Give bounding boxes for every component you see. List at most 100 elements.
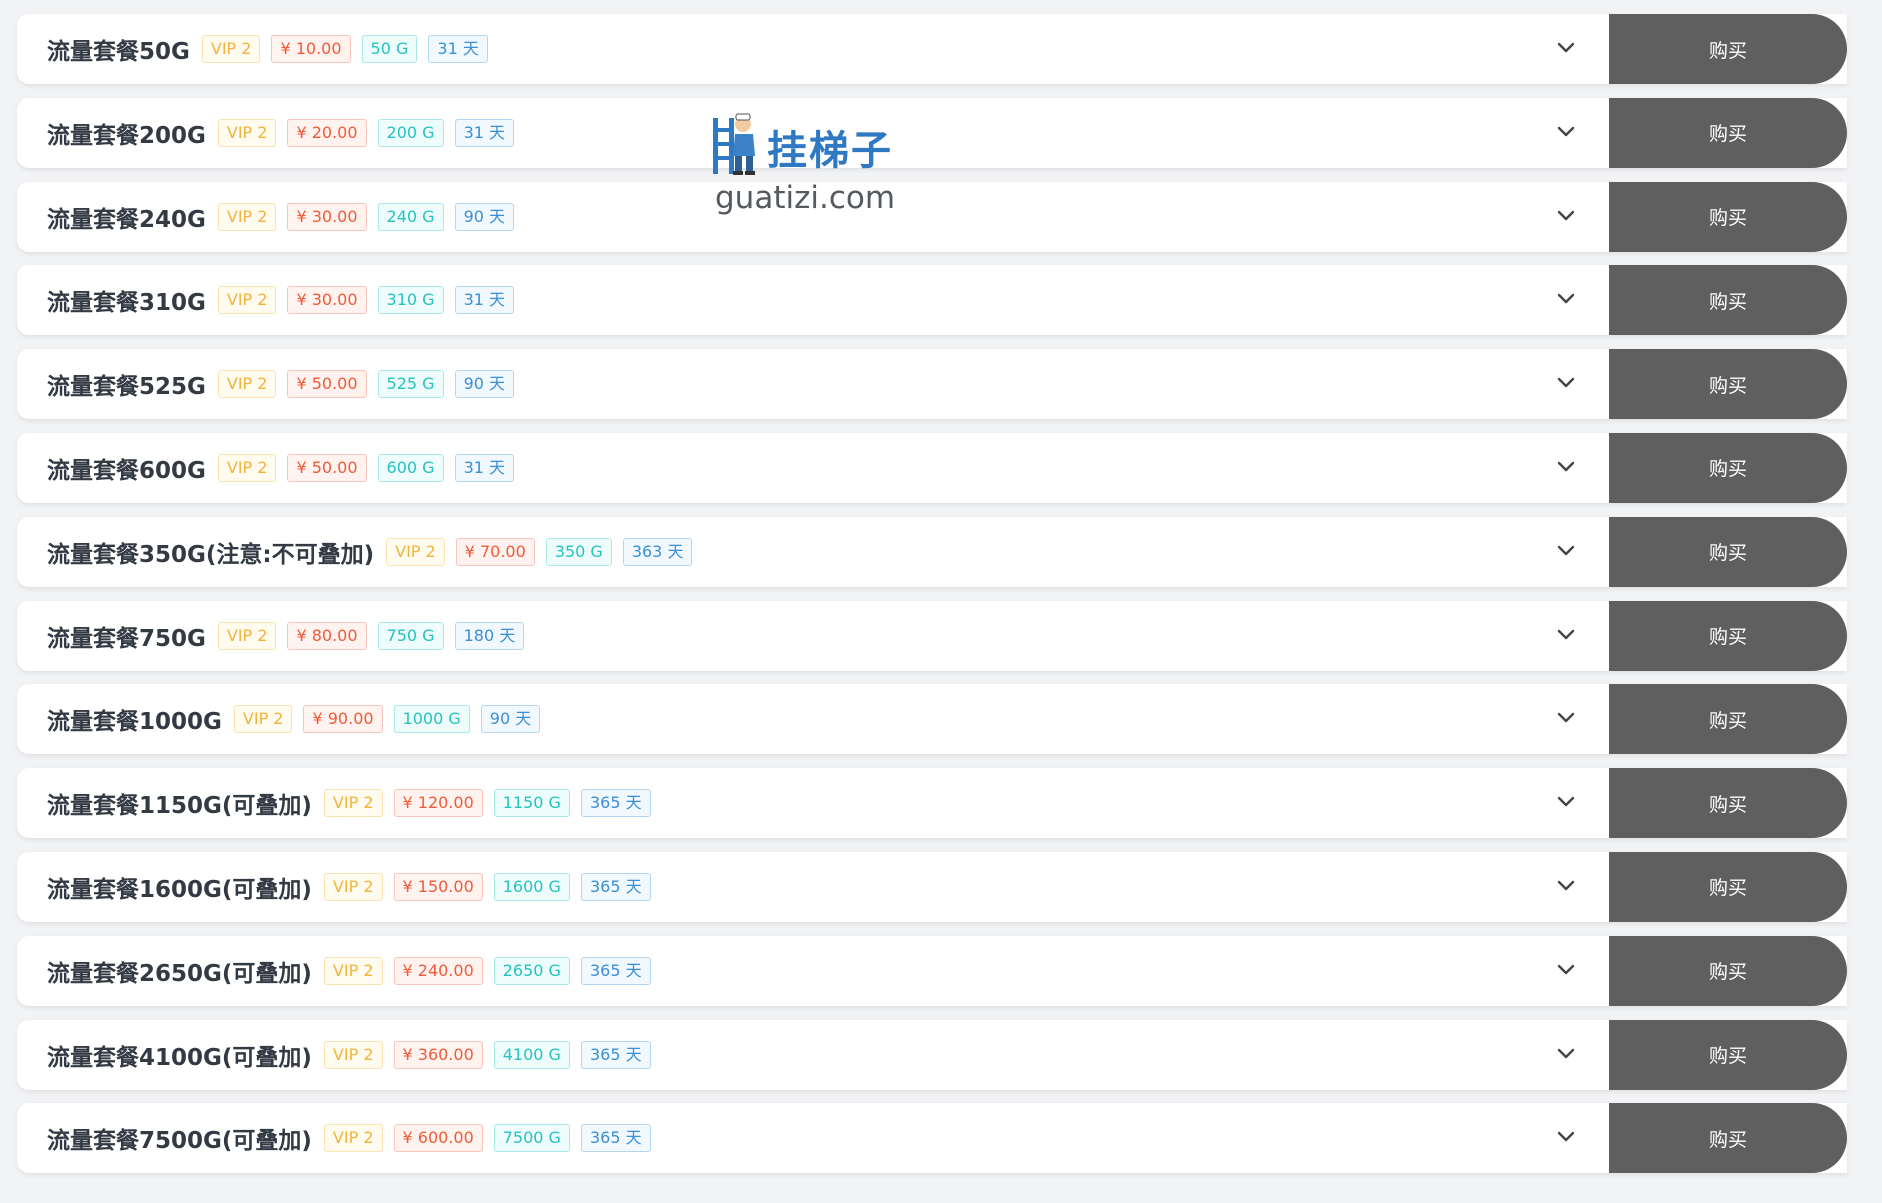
duration-tag: 180 天 xyxy=(454,621,525,650)
traffic-tag: 750 G xyxy=(377,621,444,650)
plan-row-header[interactable]: 流量套餐1150G(可叠加) VIP 2 ¥ 120.00 1150 G 365 天 xyxy=(17,768,1609,838)
chevron-down-icon[interactable] xyxy=(1555,791,1577,813)
plan-title: 流量套餐350G(注意:不可叠加) xyxy=(47,541,375,568)
buy-button[interactable]: 购买 xyxy=(1609,851,1847,922)
vip-level-tag: VIP 2 xyxy=(217,370,277,399)
plan-row[interactable]: 流量套餐750G VIP 2 ¥ 80.00 750 G 180 天 购买 xyxy=(17,600,1847,671)
vip-level-tag: VIP 2 xyxy=(217,621,277,650)
buy-button[interactable]: 购买 xyxy=(1609,1103,1847,1174)
buy-button[interactable]: 购买 xyxy=(1609,181,1847,252)
plan-row[interactable]: 流量套餐1150G(可叠加) VIP 2 ¥ 120.00 1150 G 365 天 购买 xyxy=(17,768,1847,839)
chevron-down-icon[interactable] xyxy=(1555,121,1577,143)
plan-row-header[interactable]: 流量套餐1000G VIP 2 ¥ 90.00 1000 G 90 天 xyxy=(17,684,1609,754)
plan-row[interactable]: 流量套餐200G VIP 2 ¥ 20.00 200 G 31 天 购买 xyxy=(17,97,1847,168)
traffic-tag: 525 G xyxy=(377,370,444,399)
chevron-down-icon[interactable] xyxy=(1555,707,1577,729)
chevron-down-icon[interactable] xyxy=(1555,1126,1577,1148)
chevron-down-icon[interactable] xyxy=(1555,372,1577,394)
chevron-down-icon[interactable] xyxy=(1555,624,1577,646)
plan-row[interactable]: 流量套餐7500G(可叠加) VIP 2 ¥ 600.00 7500 G 365 天 购买 xyxy=(17,1103,1847,1174)
duration-tag: 31 天 xyxy=(454,453,515,482)
price-tag: ¥ 360.00 xyxy=(393,1040,483,1069)
price-tag: ¥ 50.00 xyxy=(287,370,367,399)
buy-button[interactable]: 购买 xyxy=(1609,265,1847,336)
price-tag: ¥ 20.00 xyxy=(287,118,367,147)
duration-tag: 90 天 xyxy=(454,370,515,399)
plan-row-header[interactable]: 流量套餐7500G(可叠加) VIP 2 ¥ 600.00 7500 G 365 天 xyxy=(17,1103,1609,1173)
plan-title: 流量套餐750G xyxy=(47,625,206,652)
vip-level-tag: VIP 2 xyxy=(201,35,261,63)
chevron-down-icon[interactable] xyxy=(1555,540,1577,562)
watermark: 挂梯子 guatizi.com xyxy=(707,110,907,220)
plan-row[interactable]: 流量套餐1000G VIP 2 ¥ 90.00 1000 G 90 天 购买 xyxy=(17,684,1847,755)
buy-button[interactable]: 购买 xyxy=(1609,14,1847,84)
plan-row[interactable]: 流量套餐2650G(可叠加) VIP 2 ¥ 240.00 2650 G 365 天 购买 xyxy=(17,935,1847,1006)
buy-button[interactable]: 购买 xyxy=(1609,935,1847,1006)
chevron-down-icon[interactable] xyxy=(1555,456,1577,478)
price-tag: ¥ 30.00 xyxy=(287,202,367,231)
plan-row[interactable]: 流量套餐525G VIP 2 ¥ 50.00 525 G 90 天 购买 xyxy=(17,349,1847,420)
buy-button[interactable]: 购买 xyxy=(1609,432,1847,503)
traffic-tag: 240 G xyxy=(377,202,444,231)
price-tag: ¥ 50.00 xyxy=(287,453,367,482)
traffic-tag: 350 G xyxy=(545,537,612,566)
chevron-down-icon[interactable] xyxy=(1555,205,1577,227)
watermark-title: 挂梯子 xyxy=(767,128,893,174)
price-tag: ¥ 80.00 xyxy=(287,621,367,650)
buy-button[interactable]: 购买 xyxy=(1609,97,1847,168)
plan-row-header[interactable]: 流量套餐525G VIP 2 ¥ 50.00 525 G 90 天 xyxy=(17,349,1609,419)
buy-button[interactable]: 购买 xyxy=(1609,1019,1847,1090)
price-tag: ¥ 10.00 xyxy=(271,35,351,63)
plan-row[interactable]: 流量套餐310G VIP 2 ¥ 30.00 310 G 31 天 购买 xyxy=(17,265,1847,336)
traffic-tag: 1150 G xyxy=(493,789,570,818)
plan-row[interactable]: 流量套餐350G(注意:不可叠加) VIP 2 ¥ 70.00 350 G 363 天 购… xyxy=(17,516,1847,587)
chevron-down-icon[interactable] xyxy=(1555,875,1577,897)
duration-tag: 90 天 xyxy=(454,202,515,231)
traffic-tag: 7500 G xyxy=(493,1124,570,1153)
traffic-tag: 200 G xyxy=(377,118,444,147)
traffic-tag: 50 G xyxy=(361,35,418,63)
plan-row-header[interactable]: 流量套餐350G(注意:不可叠加) VIP 2 ¥ 70.00 350 G 363 天 xyxy=(17,517,1609,587)
plan-title: 流量套餐50G xyxy=(47,39,190,65)
traffic-tag: 1000 G xyxy=(393,705,470,734)
plan-title: 流量套餐525G xyxy=(47,374,206,401)
buy-button[interactable]: 购买 xyxy=(1609,600,1847,671)
plan-row-header[interactable]: 流量套餐1600G(可叠加) VIP 2 ¥ 150.00 1600 G 365 天 xyxy=(17,852,1609,922)
duration-tag: 31 天 xyxy=(454,286,515,315)
duration-tag: 365 天 xyxy=(580,1040,651,1069)
plan-row[interactable]: 流量套餐1600G(可叠加) VIP 2 ¥ 150.00 1600 G 365 天 购买 xyxy=(17,851,1847,922)
buy-button[interactable]: 购买 xyxy=(1609,349,1847,420)
plan-row-header[interactable]: 流量套餐4100G(可叠加) VIP 2 ¥ 360.00 4100 G 365 天 xyxy=(17,1020,1609,1090)
traffic-tag: 600 G xyxy=(377,453,444,482)
chevron-down-icon[interactable] xyxy=(1555,37,1577,59)
plan-row-header[interactable]: 流量套餐600G VIP 2 ¥ 50.00 600 G 31 天 xyxy=(17,433,1609,503)
buy-button[interactable]: 购买 xyxy=(1609,768,1847,839)
buy-button[interactable]: 购买 xyxy=(1609,684,1847,755)
duration-tag: 31 天 xyxy=(428,35,488,63)
plan-row-header[interactable]: 流量套餐750G VIP 2 ¥ 80.00 750 G 180 天 xyxy=(17,601,1609,671)
watermark-url: guatizi.com xyxy=(715,180,896,216)
duration-tag: 365 天 xyxy=(580,956,651,985)
vip-level-tag: VIP 2 xyxy=(323,789,383,818)
vip-level-tag: VIP 2 xyxy=(323,1124,383,1153)
plan-row-header[interactable]: 流量套餐50G VIP 2 ¥ 10.00 50 G 31 天 xyxy=(17,14,1609,84)
plan-row[interactable]: 流量套餐600G VIP 2 ¥ 50.00 600 G 31 天 购买 xyxy=(17,432,1847,503)
chevron-down-icon[interactable] xyxy=(1555,959,1577,981)
duration-tag: 365 天 xyxy=(580,872,651,901)
traffic-tag: 1600 G xyxy=(493,872,570,901)
chevron-down-icon[interactable] xyxy=(1555,288,1577,310)
plan-row[interactable]: 流量套餐240G VIP 2 ¥ 30.00 240 G 90 天 购买 xyxy=(17,181,1847,252)
vip-level-tag: VIP 2 xyxy=(323,956,383,985)
plan-row[interactable]: 流量套餐50G VIP 2 ¥ 10.00 50 G 31 天 购买 xyxy=(17,14,1847,84)
plan-row[interactable]: 流量套餐4100G(可叠加) VIP 2 ¥ 360.00 4100 G 365 天 购买 xyxy=(17,1019,1847,1090)
plan-row-header[interactable]: 流量套餐2650G(可叠加) VIP 2 ¥ 240.00 2650 G 365 天 xyxy=(17,936,1609,1006)
chevron-down-icon[interactable] xyxy=(1555,1043,1577,1065)
price-tag: ¥ 150.00 xyxy=(393,872,483,901)
plan-list: 流量套餐50G VIP 2 ¥ 10.00 50 G 31 天购买 流量套餐200G VIP… xyxy=(17,14,1847,1187)
vip-level-tag: VIP 2 xyxy=(233,705,293,734)
price-tag: ¥ 30.00 xyxy=(287,286,367,315)
plan-row-header[interactable]: 流量套餐310G VIP 2 ¥ 30.00 310 G 31 天 xyxy=(17,265,1609,335)
price-tag: ¥ 240.00 xyxy=(393,956,483,985)
buy-button[interactable]: 购买 xyxy=(1609,516,1847,587)
duration-tag: 90 天 xyxy=(480,705,541,734)
